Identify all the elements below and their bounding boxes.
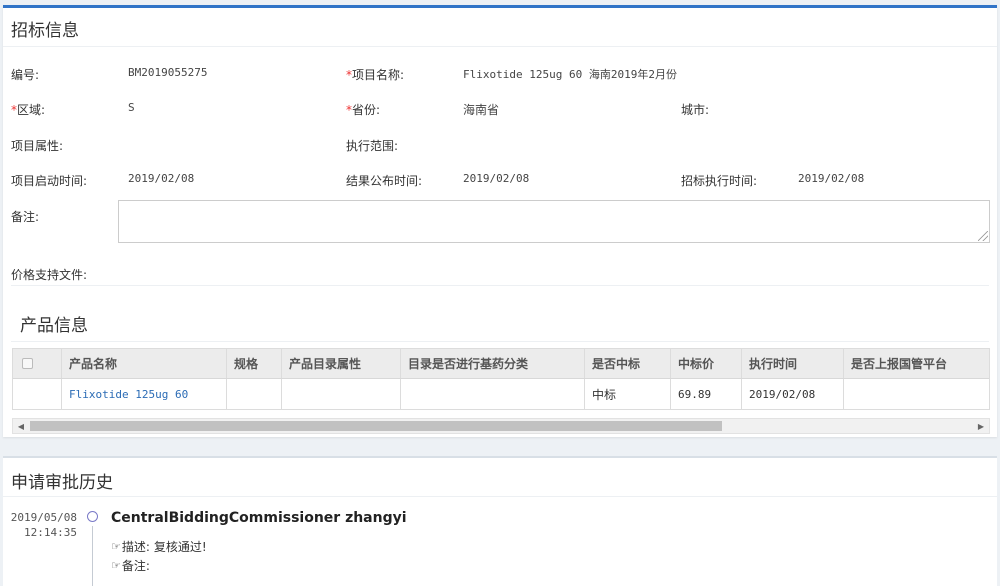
product-table: 产品名称 规格 产品目录属性 目录是否进行基药分类 是否中标 中标价 执行时间 … xyxy=(12,348,990,410)
timeline-line xyxy=(92,526,93,586)
history-remark-label: 备注: xyxy=(121,559,150,573)
divider xyxy=(3,496,997,497)
start-time-label: 项目启动时间: xyxy=(11,174,88,188)
history-desc-value: 复核通过! xyxy=(153,540,207,554)
select-all-checkbox[interactable] xyxy=(22,358,33,369)
scrollbar-thumb[interactable] xyxy=(30,421,722,431)
column-header[interactable]: 目录是否进行基药分类 xyxy=(401,349,585,378)
history-remark: ☞ 备注: xyxy=(111,557,150,574)
reported-cell xyxy=(844,379,989,409)
horizontal-scrollbar[interactable]: ◀ ▶ xyxy=(12,418,990,434)
product-name-link[interactable]: Flixotide 125ug 60 xyxy=(62,379,227,409)
city-label: 城市: xyxy=(681,103,710,117)
exec-time-value: 2019/02/08 xyxy=(798,172,865,185)
result-time-value: 2019/02/08 xyxy=(463,172,530,185)
bid-price-cell: 69.89 xyxy=(671,379,742,409)
column-header[interactable]: 产品名称 xyxy=(62,349,227,378)
column-header[interactable]: 执行时间 xyxy=(742,349,844,378)
divider xyxy=(11,341,989,342)
arrow-left-icon[interactable]: ◀ xyxy=(13,419,29,433)
project-name-label: *项目名称: xyxy=(346,68,405,82)
arrow-right-icon[interactable]: ▶ xyxy=(973,419,989,433)
province-value: 海南省 xyxy=(463,103,500,117)
history-desc-label: 描述: xyxy=(121,540,150,554)
approval-history-panel: 申请审批历史 2019/05/08 12:14:35 CentralBiddin… xyxy=(3,456,997,586)
product-info-title: 产品信息 xyxy=(20,316,88,336)
catalog-attr-cell xyxy=(282,379,401,409)
project-attr-label: 项目属性: xyxy=(11,139,64,153)
exec-time-cell: 2019/02/08 xyxy=(742,379,844,409)
remark-label: 备注: xyxy=(11,210,40,224)
approval-history-title: 申请审批历史 xyxy=(11,473,113,493)
divider xyxy=(11,285,989,286)
province-label: *省份: xyxy=(346,103,381,117)
code-label: 编号: xyxy=(11,68,40,82)
column-header[interactable]: 是否上报国管平台 xyxy=(844,349,989,378)
result-time-label: 结果公布时间: xyxy=(346,174,423,188)
bid-info-title: 招标信息 xyxy=(11,21,79,41)
code-value: BM2019055275 xyxy=(128,66,208,79)
region-label: *区域: xyxy=(11,103,46,117)
bid-info-panel: 招标信息 编号: BM2019055275 *项目名称: Flixotide 1… xyxy=(3,5,997,437)
table-row[interactable]: Flixotide 125ug 60 中标 69.89 2019/02/08 xyxy=(13,379,989,409)
exec-scope-label: 执行范围: xyxy=(346,139,399,153)
select-all-cell xyxy=(13,349,62,378)
column-header[interactable]: 是否中标 xyxy=(585,349,671,378)
column-header[interactable]: 中标价 xyxy=(671,349,742,378)
hand-point-right-icon: ☞ xyxy=(111,540,121,553)
history-time: 12:14:35 xyxy=(24,526,77,539)
start-time-value: 2019/02/08 xyxy=(128,172,195,185)
essential-drug-cell xyxy=(401,379,585,409)
remark-textarea[interactable] xyxy=(118,200,990,243)
project-name-value: Flixotide 125ug 60 海南2019年2月份 xyxy=(463,68,677,81)
won-bid-cell: 中标 xyxy=(585,379,671,409)
row-select-cell xyxy=(13,379,62,409)
circle-icon xyxy=(87,511,98,522)
resize-grip-icon[interactable] xyxy=(978,231,988,241)
region-value: S xyxy=(128,101,135,114)
exec-time-label: 招标执行时间: xyxy=(681,174,758,188)
column-header[interactable]: 产品目录属性 xyxy=(282,349,401,378)
divider xyxy=(3,46,997,47)
table-header-row: 产品名称 规格 产品目录属性 目录是否进行基药分类 是否中标 中标价 执行时间 … xyxy=(13,349,989,379)
spec-cell xyxy=(227,379,282,409)
history-actor: CentralBiddingCommissioner zhangyi xyxy=(111,510,407,526)
price-files-label: 价格支持文件: xyxy=(11,268,88,282)
column-header[interactable]: 规格 xyxy=(227,349,282,378)
history-date: 2019/05/08 xyxy=(10,511,77,524)
hand-point-right-icon: ☞ xyxy=(111,559,121,572)
history-desc: ☞ 描述: 复核通过! xyxy=(111,538,207,555)
